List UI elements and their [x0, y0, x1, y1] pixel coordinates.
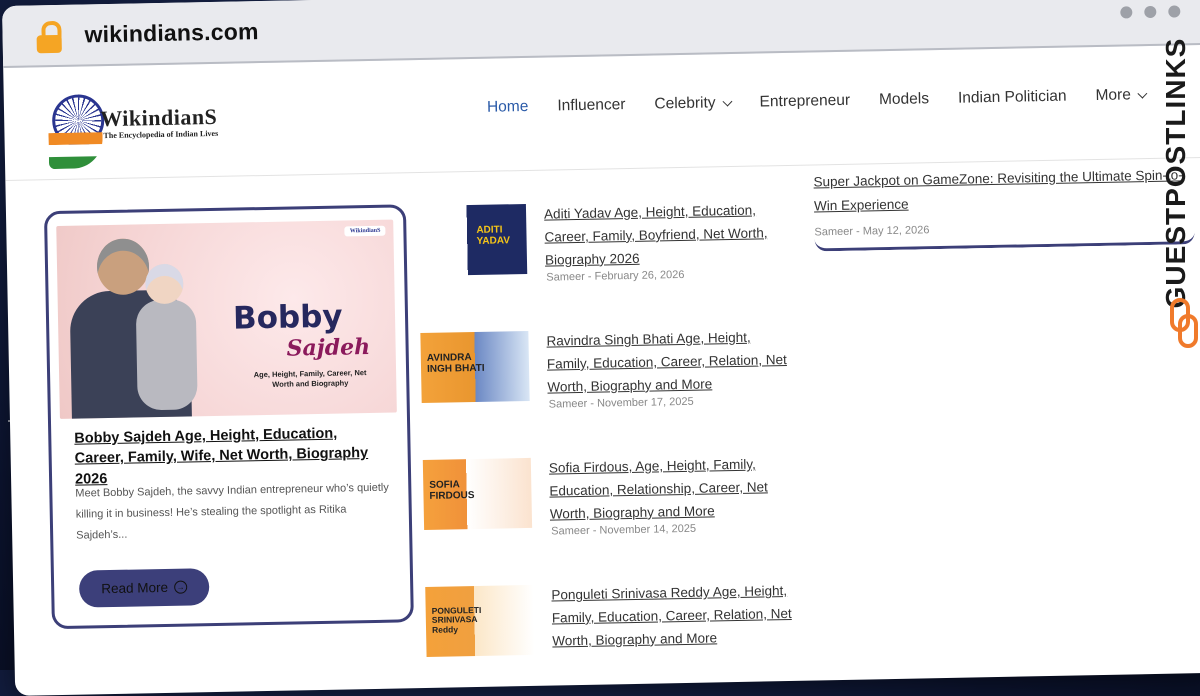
nav-entrepreneur[interactable]: Entrepreneur [759, 92, 850, 112]
post-item: AVINDRA INGH BHATI Ravindra Singh Bhati … [420, 326, 792, 443]
nav-home[interactable]: Home [487, 98, 529, 117]
watermark-text: GUESTPOSTLINKS [1160, 37, 1191, 309]
image-title: Bobby [232, 298, 343, 337]
image-caption: Age, Height, Family, Career, Net Worth a… [253, 368, 367, 389]
nav-more[interactable]: More [1095, 86, 1148, 105]
main-nav: Home Influencer Celebrity Entrepreneur M… [487, 86, 1175, 117]
window-dot-icon[interactable] [1168, 5, 1181, 18]
logo-tagline: The Encyclopedia of Indian Lives [103, 128, 219, 141]
post-item: PONGULETI SRINIVASA Reddy Ponguleti Srin… [425, 580, 797, 696]
nav-celebrity[interactable]: Celebrity [654, 94, 733, 113]
guestpostlinks-watermark: GUESTPOSTLINKS [1156, 38, 1198, 358]
baby-figure [135, 263, 198, 414]
post-item: ADITI YADAV Aditi Yadav Age, Height, Edu… [417, 199, 790, 316]
window-dot-icon[interactable] [1120, 6, 1133, 19]
logo-name: WikindianS [99, 103, 218, 132]
post-meta: Sameer - November 17, 2025 [548, 395, 694, 411]
nav-influencer[interactable]: Influencer [557, 96, 625, 115]
url-text[interactable]: wikindians.com [84, 18, 259, 48]
read-more-button[interactable]: Read More → [78, 568, 210, 608]
post-title[interactable]: Ponguleti Srinivasa Reddy Age, Height, F… [551, 580, 792, 653]
post-item: SOFIA FIRDOUS Sofia Firdous, Age, Height… [422, 453, 795, 570]
post-meta: Sameer - November 14, 2025 [551, 522, 697, 538]
post-title[interactable]: Aditi Yadav Age, Height, Education, Care… [544, 199, 785, 272]
post-thumbnail[interactable]: AVINDRA INGH BHATI [420, 330, 530, 404]
sidebar-post-title[interactable]: Super Jackpot on GameZone: Revisiting th… [813, 163, 1194, 219]
site-header: WikindianS The Encyclopedia of Indian Li… [3, 44, 1200, 181]
chevron-down-icon [722, 96, 733, 107]
post-title[interactable]: Sofia Firdous, Age, Height, Family, Educ… [549, 453, 790, 526]
post-thumbnail[interactable]: ADITI YADAV [417, 203, 528, 277]
flag-icon [48, 132, 104, 170]
window-controls [1120, 5, 1181, 19]
site-logo[interactable]: WikindianS The Encyclopedia of Indian Li… [48, 91, 240, 175]
nav-indian-politician[interactable]: Indian Politician [958, 88, 1067, 108]
featured-image[interactable]: WikindianS Bobby Sajdeh Age, Height, Fam… [56, 219, 397, 419]
post-meta: Sameer - February 26, 2026 [546, 268, 685, 284]
post-thumbnail[interactable]: SOFIA FIRDOUS [422, 457, 533, 530]
chevron-down-icon [1137, 88, 1148, 99]
lock-icon [32, 15, 77, 56]
post-title[interactable]: Ravindra Singh Bhati Age, Height, Family… [546, 326, 787, 399]
sidebar-post-meta: Sameer - May 12, 2026 [814, 224, 930, 239]
featured-post-excerpt: Meet Bobby Sajdeh, the savvy Indian entr… [75, 481, 389, 542]
browser-window: wikindians.com WikindianS The Encycloped… [2, 0, 1200, 696]
post-thumbnail[interactable]: PONGULETI SRINIVASA Reddy [425, 584, 535, 657]
featured-post-card: WikindianS Bobby Sajdeh Age, Height, Fam… [43, 204, 414, 630]
sidebar-post: Super Jackpot on GameZone: Revisiting th… [813, 163, 1195, 252]
site-content: WikindianS The Encyclopedia of Indian Li… [3, 44, 1200, 696]
image-subtitle: Sajdeh [286, 333, 371, 362]
nav-models[interactable]: Models [879, 90, 929, 109]
arrow-right-circle-icon: → [173, 580, 188, 594]
image-logo-stamp: WikindianS [344, 225, 386, 237]
window-dot-icon[interactable] [1144, 5, 1157, 19]
